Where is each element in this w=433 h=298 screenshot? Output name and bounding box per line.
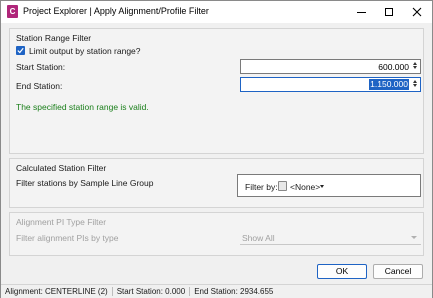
status-bar: Alignment: CENTERLINE (2) Start Station:… — [1, 284, 432, 298]
spin-down-icon[interactable] — [413, 66, 417, 69]
end-station-label: End Station: — [16, 81, 63, 91]
calculated-station-legend: Calculated Station Filter — [16, 163, 107, 173]
status-start-station: Start Station: 0.000 — [113, 287, 191, 296]
validation-message: The specified station range is valid. — [16, 102, 149, 112]
start-station-spinner[interactable] — [411, 61, 419, 72]
maximize-button[interactable] — [375, 1, 403, 23]
close-button[interactable] — [403, 1, 431, 23]
minimize-button[interactable] — [347, 1, 375, 23]
pi-type-label: Filter alignment PIs by type — [16, 233, 119, 243]
chevron-down-icon — [411, 236, 417, 239]
end-station-input[interactable]: 1.150.000 — [240, 77, 421, 92]
sample-line-group-icon — [278, 181, 287, 191]
start-station-value: 600.000 — [378, 62, 409, 72]
status-alignment: Alignment: CENTERLINE (2) — [1, 287, 113, 296]
cancel-button[interactable]: Cancel — [373, 264, 423, 279]
filter-by-box[interactable]: Filter by: <None> — [237, 174, 421, 197]
maximize-icon — [385, 8, 393, 16]
dropdown-arrow-icon[interactable] — [320, 185, 324, 188]
dialog-window: C Project Explorer | Apply Alignment/Pro… — [0, 0, 433, 298]
app-icon: C — [7, 5, 18, 18]
station-range-legend: Station Range Filter — [16, 33, 92, 43]
checkmark-icon — [17, 47, 24, 54]
spin-down-icon[interactable] — [413, 84, 417, 87]
close-icon — [412, 7, 422, 17]
spin-up-icon[interactable] — [413, 62, 417, 65]
filter-by-value[interactable]: <None> — [290, 182, 320, 192]
limit-output-checkbox[interactable] — [16, 46, 25, 55]
limit-output-label[interactable]: Limit output by station range? — [29, 46, 141, 56]
calculated-station-group: Calculated Station Filter Filter station… — [9, 158, 424, 208]
start-station-label: Start Station: — [16, 62, 66, 72]
end-station-spinner[interactable] — [411, 79, 419, 90]
status-end-station: End Station: 2934.655 — [194, 287, 274, 296]
sample-line-group-label: Filter stations by Sample Line Group — [16, 178, 154, 188]
end-station-value: 1.150.000 — [369, 79, 409, 90]
spin-up-icon[interactable] — [413, 80, 417, 83]
filter-by-label: Filter by: — [245, 182, 278, 192]
pi-type-select[interactable]: Show All — [240, 231, 421, 245]
pi-type-select-value: Show All — [242, 233, 275, 243]
window-title: Project Explorer | Apply Alignment/Profi… — [23, 6, 209, 16]
minimize-icon — [356, 11, 366, 13]
pi-type-group: Alignment PI Type Filter Filter alignmen… — [9, 212, 424, 256]
ok-button[interactable]: OK — [317, 264, 367, 279]
pi-type-legend: Alignment PI Type Filter — [16, 217, 107, 227]
title-bar[interactable]: C Project Explorer | Apply Alignment/Pro… — [1, 1, 432, 23]
station-range-group: Station Range Filter Limit output by sta… — [9, 28, 424, 154]
start-station-input[interactable]: 600.000 — [240, 59, 421, 74]
